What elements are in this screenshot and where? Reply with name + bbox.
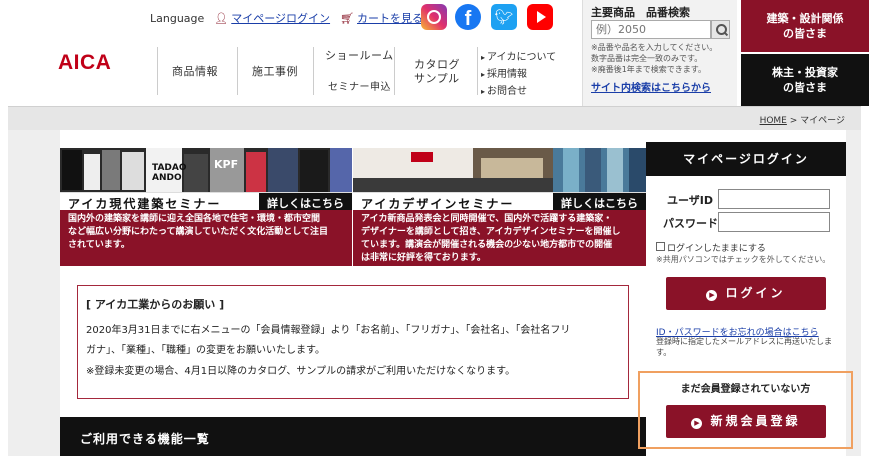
notice-box: [ アイカ工業からのお願い ] 2020年3月31日までに右メニューの「会員情報… — [77, 285, 629, 399]
breadcrumb-trail: HOME > マイページ — [760, 113, 845, 126]
product-number-input[interactable] — [591, 20, 711, 39]
nav-sample[interactable]: サンプル — [414, 70, 460, 86]
remember-login-checkbox[interactable] — [656, 242, 665, 251]
breadcrumb-separator: > — [789, 116, 798, 126]
facebook-icon[interactable]: f — [455, 4, 481, 30]
login-button-label: ログイン — [725, 286, 786, 300]
notice-heading: [ アイカ工業からのお願い ] — [86, 298, 225, 311]
design-seminar-description: アイカ新商品発表会と同時開催で、国内外で活躍する建築家・ デザイナーを講師として… — [353, 210, 646, 266]
book-title-tadao: TADAO — [152, 163, 187, 173]
notice-line: ガナ」、「業種」、「職種」の変更をお願いいたします。 — [86, 345, 325, 356]
youtube-icon[interactable] — [527, 4, 553, 30]
nav-divider — [313, 47, 314, 95]
seminar-venue-illustration — [353, 148, 646, 192]
user-id-input[interactable] — [718, 189, 830, 209]
site-header: AICA Language 👤︎ マイページログイン 🛒︎ カートを見る f 🐦… — [0, 0, 869, 106]
design-seminar-bar: アイカデザインセミナー 詳しくはこちら — [353, 192, 646, 211]
password-input[interactable] — [718, 212, 830, 232]
login-panel-heading: マイページログイン — [646, 142, 846, 176]
nav-cases[interactable]: 施工事例 — [252, 63, 298, 79]
architects-button[interactable]: 建築・設計関係 の皆さま — [741, 0, 869, 52]
investors-button[interactable]: 株主・投資家 の皆さま — [741, 54, 869, 106]
book-title-kpf: KPF — [214, 158, 238, 171]
aica-logo[interactable]: AICA — [58, 51, 111, 75]
search-title: 主要商品 品番検索 — [591, 6, 690, 19]
search-note: ※品番や品名を入力してください。 — [591, 43, 718, 52]
nav-about-label: アイカについて — [487, 52, 557, 63]
mypage-login-link[interactable]: マイページログイン — [231, 10, 330, 26]
nav-contact[interactable]: ▸ お問合せ — [481, 82, 527, 97]
architecture-seminar-more-button[interactable]: 詳しくはこちら — [259, 193, 352, 211]
nav-seminar[interactable]: セミナー申込 — [328, 78, 391, 93]
cart-link[interactable]: カートを見る — [357, 10, 423, 26]
login-button[interactable]: ▶ ログイン — [666, 277, 826, 310]
not-registered-label: まだ会員登録されていない方 — [680, 384, 811, 395]
remember-login-note: ※共用パソコンではチェックを外してください。 — [656, 255, 831, 264]
notice-line: ※登録未変更の場合、4月1日以降のカタログ、サンプルの請求がご利用いただけなくな… — [86, 366, 516, 377]
search-note: 数字品番は完全一致のみです。 — [591, 54, 703, 63]
nav-divider — [157, 47, 158, 95]
twitter-icon[interactable]: 🐦︎ — [491, 4, 517, 30]
search-icon[interactable] — [711, 20, 730, 39]
architecture-seminar-description: 国内外の建築家を講師に迎え全国各地で住宅・環境・都市空間 など幅広い分野にわたっ… — [60, 210, 352, 266]
book-title-ando: ANDO — [152, 173, 182, 183]
site-search-link[interactable]: サイト内検索はこちらから — [591, 79, 711, 94]
description-line: ています。講演会が開催される機会の少ない地方都市での開催 — [361, 240, 613, 250]
triangle-right-icon: ▸ — [481, 87, 486, 96]
user-id-label: ユーザID — [666, 194, 713, 207]
left-gutter — [8, 130, 60, 456]
forgot-password-note: 登録時に指定したメールアドレスに再送いたしま — [656, 337, 832, 346]
functions-list-heading: ご利用できる機能一覧 — [60, 417, 646, 456]
investors-label: の皆さま — [783, 81, 827, 94]
nav-contact-label: お問合せ — [487, 86, 528, 97]
remember-login-label[interactable]: ログインしたままにする — [667, 241, 766, 254]
triangle-right-icon: ▸ — [481, 53, 486, 62]
nav-divider — [237, 47, 238, 95]
description-line: は非常に好評を得ております。 — [361, 253, 486, 263]
cart-icon: 🛒︎ — [340, 11, 355, 25]
architecture-seminar-bar: アイカ現代建築セミナー 詳しくはこちら — [60, 192, 352, 211]
design-seminar-more-button[interactable]: 詳しくはこちら — [553, 193, 646, 211]
description-line: アイカ新商品発表会と同時開催で、国内外で活躍する建築家・ — [361, 214, 613, 224]
breadcrumb-current: マイページ — [800, 116, 845, 126]
description-line: デザイナーを講師として招き、アイカデザインセミナーを開催し — [361, 227, 621, 237]
nav-recruit[interactable]: ▸ 採用情報 — [481, 65, 527, 80]
breadcrumb-home[interactable]: HOME — [760, 116, 787, 126]
nav-recruit-label: 採用情報 — [487, 69, 528, 80]
language-link[interactable]: Language — [150, 12, 204, 25]
search-note: ※廃番後1年まで検索できます。 — [591, 65, 706, 74]
architects-label: 建築・設計関係 — [766, 12, 844, 25]
arrow-circle-icon: ▶ — [706, 290, 718, 301]
description-line: 国内外の建築家を講師に迎え全国各地で住宅・環境・都市空間 — [68, 214, 321, 224]
nav-products[interactable]: 商品情報 — [172, 63, 218, 79]
architects-label: の皆さま — [783, 27, 827, 40]
instagram-icon[interactable] — [421, 4, 447, 30]
description-line: など幅広い分野にわたって講演していただく文化活動として注目 — [68, 227, 329, 237]
nav-divider — [394, 47, 395, 95]
arrow-circle-icon: ▶ — [691, 418, 703, 429]
investors-label: 株主・投資家 — [772, 66, 838, 79]
forgot-password-note: す。 — [656, 348, 672, 357]
nav-about[interactable]: ▸ アイカについて — [481, 48, 556, 63]
register-button-label: 新規会員登録 — [710, 414, 801, 428]
triangle-right-icon: ▸ — [481, 70, 486, 79]
breadcrumb: HOME > マイページ — [8, 106, 861, 130]
design-seminar-image[interactable] — [353, 148, 646, 192]
user-icon: 👤︎ — [214, 11, 229, 25]
nav-divider — [477, 47, 478, 95]
product-search-panel: 主要商品 品番検索 ※品番や品名を入力してください。 数字品番は完全一致のみです… — [582, 0, 737, 106]
notice-line: 2020年3月31日までに右メニューの「会員情報登録」より「お名前」、「フリガナ… — [86, 325, 571, 336]
book-covers-illustration: TADAO ANDO KPF — [60, 148, 352, 192]
password-label: パスワード — [663, 217, 718, 230]
register-button[interactable]: ▶ 新規会員登録 — [666, 405, 826, 438]
description-line: されています。 — [68, 240, 130, 250]
architecture-seminar-image[interactable]: TADAO ANDO KPF — [60, 148, 352, 192]
top-links: Language 👤︎ マイページログイン 🛒︎ カートを見る — [150, 10, 423, 26]
nav-showroom[interactable]: ショールーム — [325, 47, 394, 63]
